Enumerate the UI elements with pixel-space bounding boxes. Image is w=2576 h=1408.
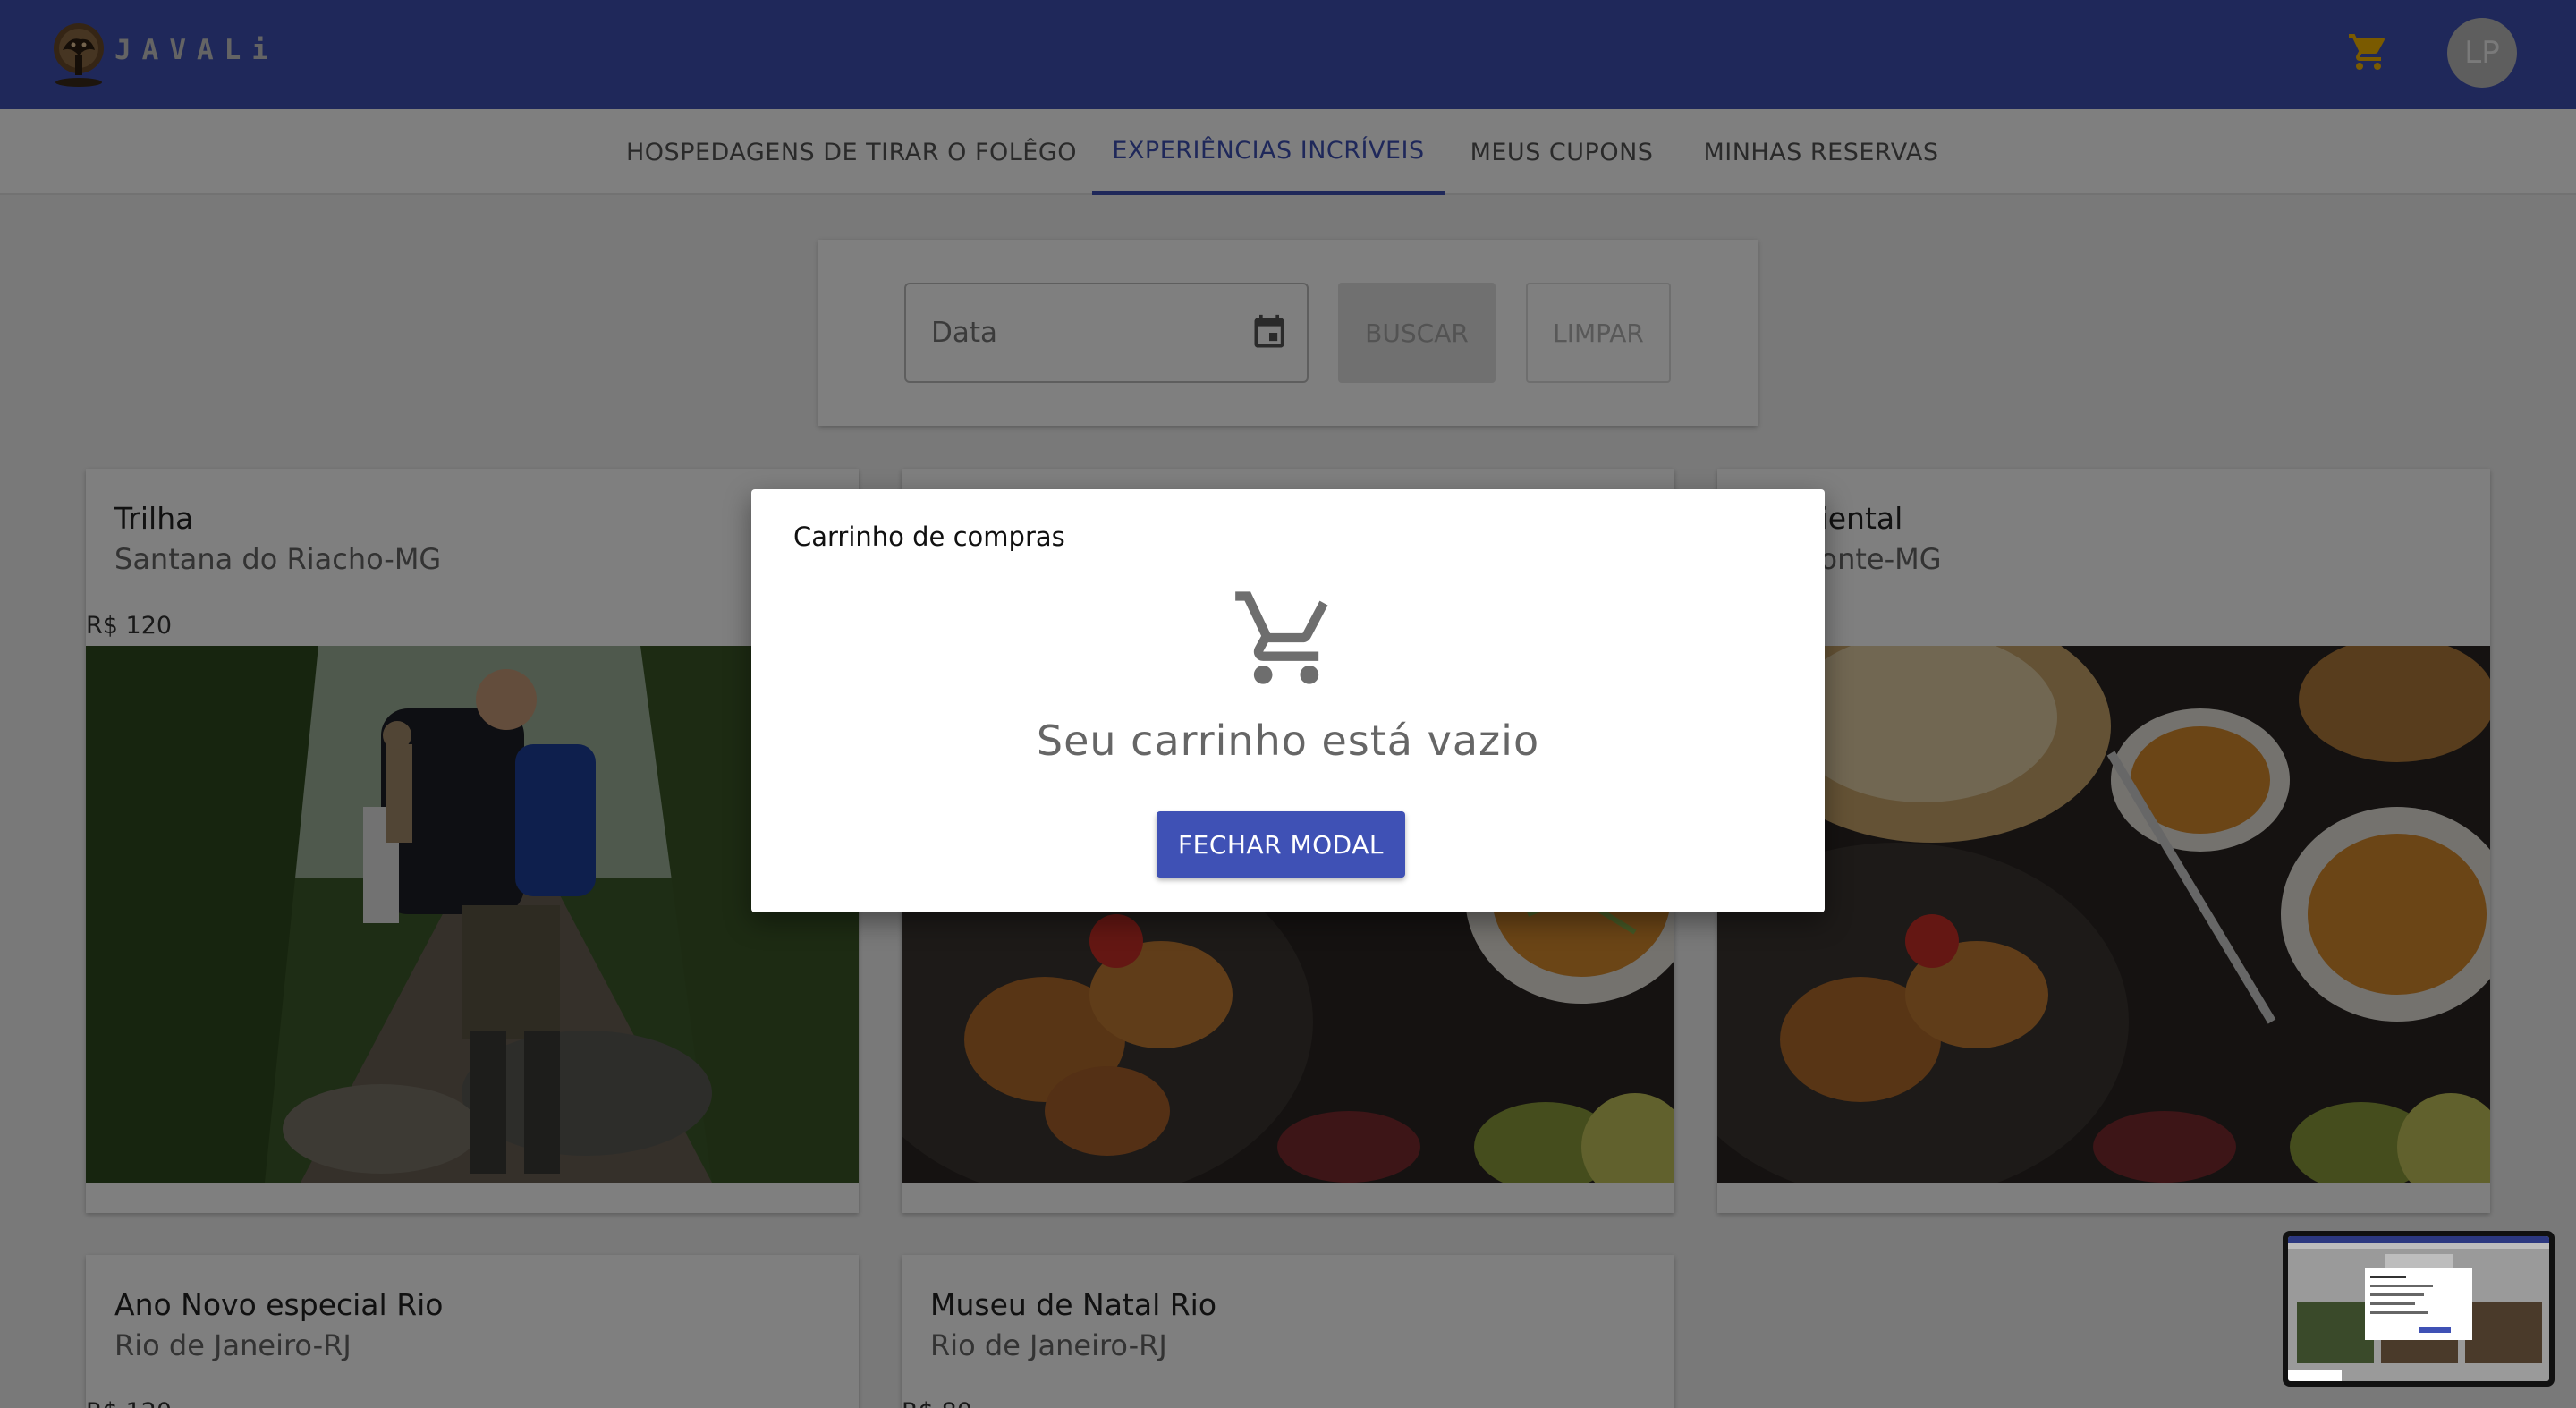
modal-title: Carrinho de compras bbox=[793, 522, 1065, 552]
cart-modal: Carrinho de compras Seu carrinho está va… bbox=[751, 489, 1825, 912]
screen-preview-thumbnail[interactable] bbox=[2283, 1231, 2555, 1387]
close-modal-button[interactable]: FECHAR MODAL bbox=[1157, 811, 1405, 878]
empty-cart-message: Seu carrinho está vazio bbox=[1036, 717, 1540, 765]
shopping-cart-icon bbox=[1235, 591, 1328, 684]
